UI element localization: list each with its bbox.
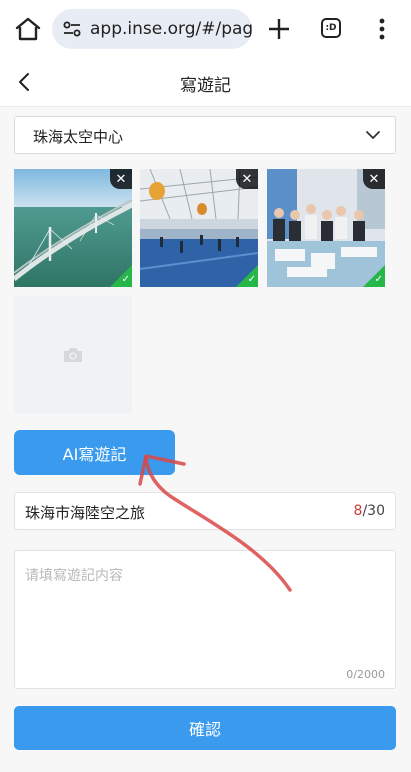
confirm-button[interactable]: 確認 — [14, 706, 396, 750]
url-text[interactable]: app.inse.org/#/pages — [90, 19, 252, 39]
check-icon: ✓ — [374, 274, 383, 285]
title-input-value: 珠海市海陸空之旅 — [25, 504, 146, 522]
remove-photo-button[interactable]: ✕ — [236, 169, 258, 189]
home-icon[interactable] — [14, 16, 42, 42]
check-icon: ✓ — [247, 274, 256, 285]
photo-thumbnail[interactable]: ✕ ✓ — [14, 169, 132, 287]
title-char-max: /30 — [362, 503, 385, 519]
chevron-down-icon — [366, 131, 380, 139]
tab-switcher-button[interactable]: :D — [321, 18, 341, 38]
photo-uploader[interactable] — [14, 296, 132, 414]
address-bar[interactable]: app.inse.org/#/pages — [52, 9, 252, 49]
content-textarea[interactable]: 请填寫遊記内容 0/2000 — [14, 550, 396, 689]
content-char-counter: 0/2000 — [346, 668, 385, 681]
browser-toolbar: app.inse.org/#/pages :D — [0, 0, 411, 58]
ai-write-button[interactable]: AI寫遊記 — [14, 430, 175, 475]
title-char-counter: 8/30 — [354, 503, 385, 519]
remove-photo-button[interactable]: ✕ — [363, 169, 385, 189]
new-tab-icon[interactable] — [266, 16, 292, 42]
photo-thumbnail[interactable]: ✕ ✓ — [140, 169, 258, 287]
title-input[interactable]: 珠海市海陸空之旅 8/30 — [14, 492, 396, 530]
site-settings-icon[interactable] — [62, 19, 82, 39]
remove-photo-button[interactable]: ✕ — [110, 169, 132, 189]
check-icon: ✓ — [121, 274, 130, 285]
app-header: 寫遊記 — [0, 58, 411, 107]
page-title: 寫遊記 — [180, 76, 231, 96]
more-menu-icon[interactable] — [376, 16, 388, 42]
photo-thumbnail[interactable]: ✕ ✓ — [267, 169, 385, 287]
content-placeholder: 请填寫遊記内容 — [25, 568, 123, 584]
camera-icon — [64, 348, 82, 362]
location-select-value: 珠海太空中心 — [33, 128, 124, 146]
location-select[interactable]: 珠海太空中心 — [14, 116, 396, 154]
